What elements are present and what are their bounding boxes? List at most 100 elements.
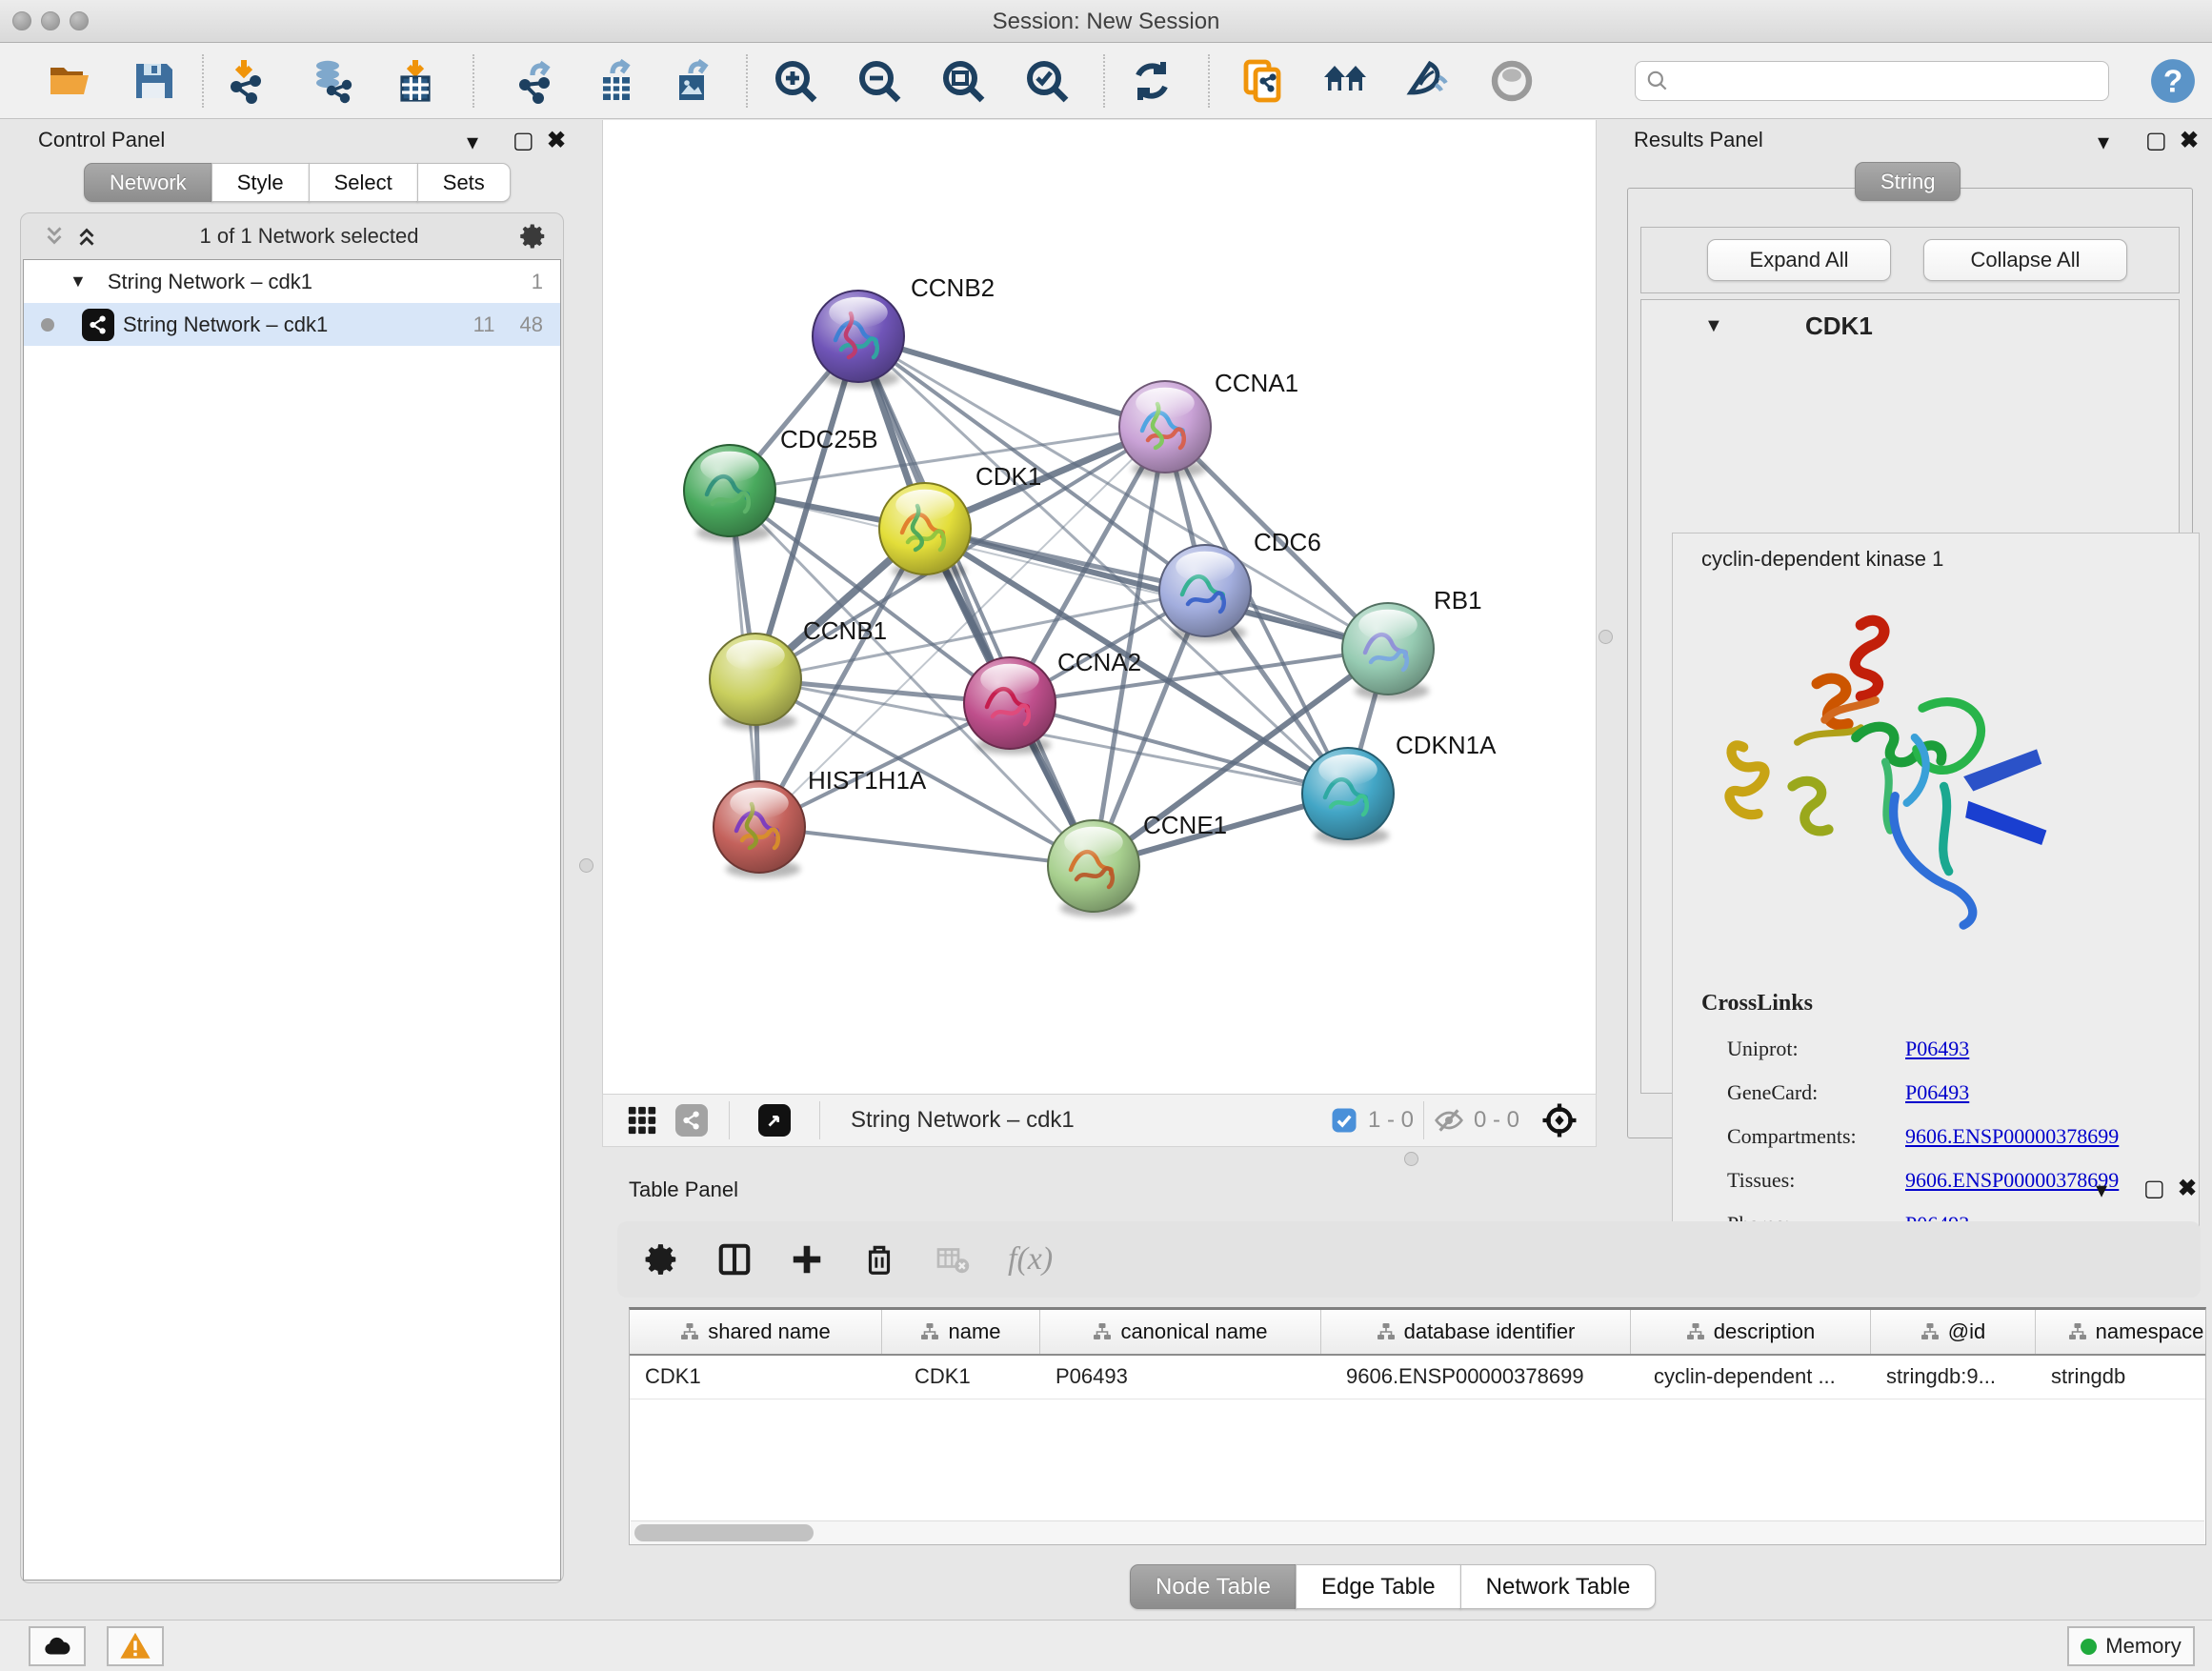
- results-panel-float-icon[interactable]: ▢: [2145, 130, 2167, 152]
- delete-column-icon[interactable]: [861, 1241, 897, 1278]
- network-graph[interactable]: CCNB2CCNA1CDC25BCDK1CDC6RB1CCNB1CCNA2CDK…: [603, 120, 1597, 1094]
- tab-style[interactable]: Style: [211, 163, 310, 202]
- table-header-row: shared name name canonical name database…: [630, 1310, 2205, 1356]
- table-panel-menu-icon[interactable]: ▾: [2096, 1179, 2107, 1202]
- graph-node-CCNB1: [710, 634, 801, 731]
- column-header[interactable]: shared name: [630, 1310, 882, 1354]
- memory-button[interactable]: Memory: [2067, 1626, 2195, 1666]
- column-header[interactable]: name: [882, 1310, 1040, 1354]
- network-options-gear-icon[interactable]: [519, 222, 548, 251]
- shared-column-icon: [920, 1322, 939, 1341]
- table-panel-float-icon[interactable]: ▢: [2143, 1178, 2165, 1200]
- search-input[interactable]: [1670, 69, 2108, 93]
- svg-text:CDC25B: CDC25B: [780, 425, 878, 453]
- horizontal-splitter-handle[interactable]: [1404, 1152, 1418, 1166]
- tab-string[interactable]: String: [1855, 162, 1961, 201]
- export-table-icon[interactable]: [592, 56, 641, 106]
- glass-ball-icon[interactable]: [1487, 56, 1537, 106]
- zoom-fit-icon[interactable]: [938, 56, 988, 106]
- refresh-icon[interactable]: [1127, 56, 1176, 106]
- open-session-icon[interactable]: [45, 56, 94, 106]
- tab-edge-table[interactable]: Edge Table: [1296, 1564, 1461, 1609]
- zoom-out-icon[interactable]: [855, 56, 904, 106]
- column-header[interactable]: @id: [1871, 1310, 2036, 1354]
- graph-node-CDKN1A: [1302, 748, 1394, 845]
- crosslink-link[interactable]: P06493: [1905, 1080, 1969, 1105]
- table-panel-close-icon[interactable]: ✖: [2178, 1178, 2197, 1200]
- hidden-eye-icon[interactable]: [1434, 1105, 1464, 1136]
- network-row[interactable]: String Network – cdk1 11 48: [24, 303, 560, 346]
- column-header[interactable]: database identifier: [1321, 1310, 1631, 1354]
- left-splitter-handle[interactable]: [579, 858, 593, 873]
- tab-node-table[interactable]: Node Table: [1130, 1564, 1297, 1609]
- grid-view-icon[interactable]: [626, 1104, 658, 1137]
- crosslink-link[interactable]: 9606.ENSP00000378699: [1905, 1168, 2119, 1193]
- zoom-in-icon[interactable]: [771, 56, 820, 106]
- results-buttons-box: Expand All Collapse All: [1640, 227, 2180, 293]
- tab-network-table[interactable]: Network Table: [1460, 1564, 1657, 1609]
- cell-name[interactable]: CDK1: [882, 1356, 1040, 1399]
- expand-all-button[interactable]: Expand All: [1707, 239, 1891, 281]
- collapse-all-button[interactable]: Collapse All: [1923, 239, 2127, 281]
- graph-node-CCNA2: [964, 657, 1056, 755]
- gene-section-header[interactable]: ▼ CDK1: [1641, 300, 2179, 353]
- cell-canonical-name[interactable]: P06493: [1040, 1356, 1321, 1399]
- control-panel-close-icon[interactable]: ✖: [547, 130, 566, 152]
- show-columns-icon[interactable]: [716, 1241, 753, 1278]
- export-image-icon[interactable]: [668, 56, 717, 106]
- column-header[interactable]: namespace: [2036, 1310, 2206, 1354]
- cell-database-identifier[interactable]: 9606.ENSP00000378699: [1321, 1356, 1631, 1399]
- collection-expand-icon[interactable]: ▼: [70, 272, 87, 292]
- tab-sets[interactable]: Sets: [417, 163, 511, 202]
- string-home-icon[interactable]: [1320, 56, 1370, 106]
- enhanced-graphics-icon[interactable]: [1401, 56, 1451, 106]
- cell-description[interactable]: cyclin-dependent ...: [1631, 1356, 1871, 1399]
- table-row[interactable]: CDK1 CDK1 P06493 9606.ENSP00000378699 cy…: [630, 1356, 2205, 1399]
- export-network-icon[interactable]: [512, 56, 561, 106]
- cell-shared-name[interactable]: CDK1: [630, 1356, 882, 1399]
- title-bar: Session: New Session: [0, 0, 2212, 43]
- birds-eye-view-icon[interactable]: [758, 1104, 791, 1137]
- save-session-icon[interactable]: [129, 56, 178, 106]
- right-splitter-handle[interactable]: [1599, 630, 1613, 644]
- crosslink-link[interactable]: P06493: [1905, 1037, 1969, 1061]
- table-horizontal-scrollbar[interactable]: [631, 1520, 2204, 1544]
- crosslink-link[interactable]: 9606.ENSP00000378699: [1905, 1124, 2119, 1149]
- gene-description: cyclin-dependent kinase 1: [1701, 547, 1943, 572]
- collapse-all-icon[interactable]: [42, 224, 67, 249]
- cell-namespace[interactable]: stringdb: [2036, 1356, 2206, 1399]
- table-options-gear-icon[interactable]: [644, 1241, 680, 1278]
- results-panel-menu-icon[interactable]: ▾: [2098, 131, 2109, 154]
- zoom-selected-icon[interactable]: [1022, 56, 1072, 106]
- collection-count: 1: [532, 270, 543, 294]
- results-panel-close-icon[interactable]: ✖: [2180, 130, 2199, 152]
- expand-all-icon[interactable]: [74, 224, 99, 249]
- search-field[interactable]: [1635, 61, 2109, 101]
- network-collection-row[interactable]: ▼ String Network – cdk1 1: [24, 260, 560, 303]
- control-panel-title: Control Panel: [38, 128, 165, 152]
- cloud-button[interactable]: [29, 1626, 86, 1666]
- network-share-icon[interactable]: [675, 1104, 708, 1137]
- center-view-crosshair-icon[interactable]: [1540, 1101, 1579, 1139]
- warning-button[interactable]: [107, 1626, 164, 1666]
- graph-node-CCNE1: [1048, 820, 1139, 917]
- crosslink-row: GeneCard:P06493: [1727, 1080, 1818, 1105]
- toolbar-separator: [1103, 54, 1105, 108]
- selected-checkbox-icon[interactable]: [1330, 1106, 1358, 1135]
- column-header[interactable]: description: [1631, 1310, 1871, 1354]
- tab-network[interactable]: Network: [84, 163, 212, 202]
- cell-id[interactable]: stringdb:9...: [1871, 1356, 2036, 1399]
- control-panel-float-icon[interactable]: ▢: [513, 130, 534, 152]
- tab-select[interactable]: Select: [309, 163, 418, 202]
- add-column-icon[interactable]: [789, 1241, 825, 1278]
- help-icon[interactable]: ?: [2148, 56, 2198, 106]
- copy-style-icon[interactable]: [1238, 56, 1288, 106]
- scrollbar-thumb[interactable]: [634, 1524, 814, 1541]
- import-network-database-icon[interactable]: [307, 56, 356, 106]
- control-panel-menu-icon[interactable]: ▾: [467, 131, 478, 154]
- network-canvas[interactable]: CCNB2CCNA1CDC25BCDK1CDC6RB1CCNB1CCNA2CDK…: [602, 120, 1597, 1094]
- import-table-icon[interactable]: [391, 56, 440, 106]
- import-network-file-icon[interactable]: [223, 56, 272, 106]
- column-header[interactable]: canonical name: [1040, 1310, 1321, 1354]
- gene-collapse-icon[interactable]: ▼: [1704, 315, 1723, 337]
